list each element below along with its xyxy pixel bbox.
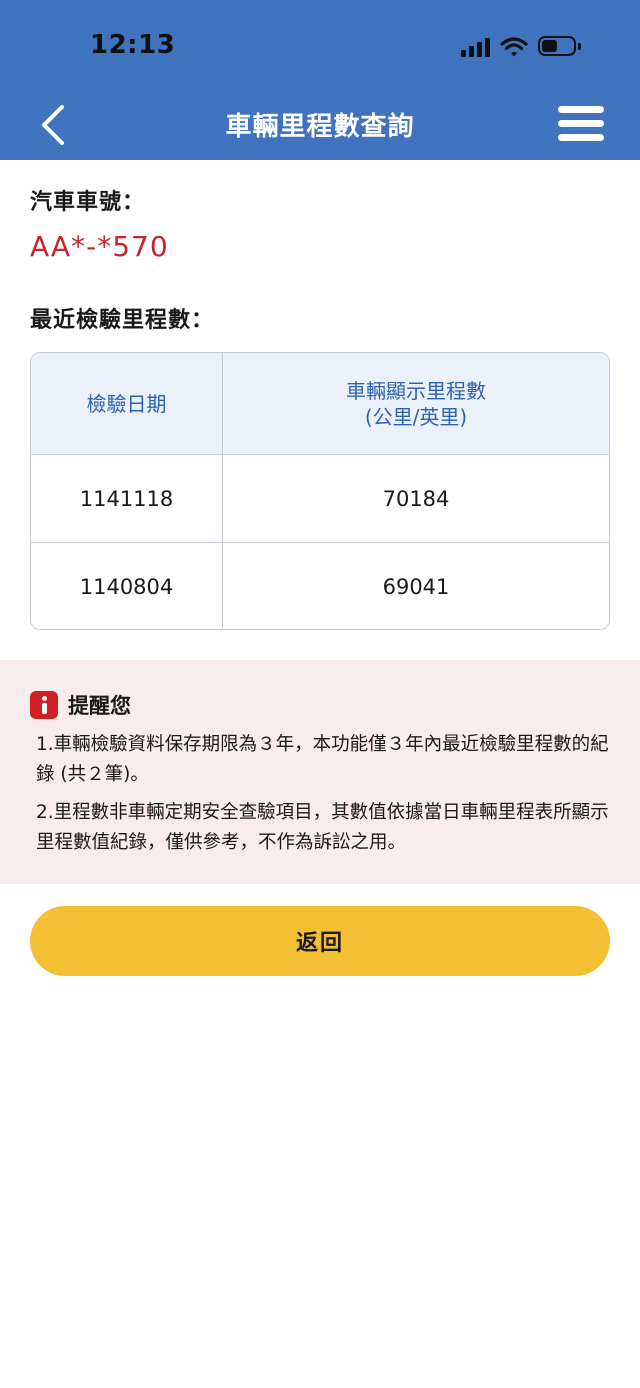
- inspection-date-cell: 1141118: [31, 455, 223, 542]
- cellular-signal-icon: [461, 37, 490, 57]
- mileage-table: 檢驗日期 車輛顯示里程數 (公里/英里) 1141118 70184 11408…: [30, 352, 610, 630]
- mileage-cell: 69041: [382, 575, 450, 599]
- table-row: 1141118 70184: [31, 455, 609, 543]
- return-button[interactable]: 返回: [30, 906, 610, 976]
- table-header-row: 檢驗日期 車輛顯示里程數 (公里/英里): [31, 353, 609, 455]
- mileage-cell: 70184: [382, 486, 450, 511]
- reminder-header: 提醒您: [30, 690, 131, 720]
- table-row: 1140804 69041: [31, 543, 609, 629]
- hamburger-menu-icon[interactable]: [558, 106, 604, 144]
- info-icon: [30, 691, 58, 719]
- column-header-mileage-title: 車輛顯示里程數: [346, 378, 486, 403]
- reminder-item-2: 2.里程數非車輛定期安全查驗項目，其數值依據當日車輛里程表所顯示里程數值紀錄，僅…: [36, 802, 609, 853]
- reminder-title: 提醒您: [68, 694, 131, 718]
- inspection-section-label: 最近檢驗里程數：: [30, 308, 215, 333]
- inspection-date-cell: 1140804: [31, 543, 223, 629]
- status-icons: [461, 32, 582, 62]
- reminder-panel: 提醒您 1.車輛檢驗資料保存期限為３年，本功能僅３年內最近檢驗里程數的紀錄 (共…: [0, 660, 640, 884]
- app-header: 12:13 車輛里程數查詢: [0, 0, 640, 160]
- column-header-date: 檢驗日期: [31, 353, 223, 454]
- plate-label: 汽車車號：: [30, 190, 146, 215]
- wifi-icon: [500, 37, 528, 57]
- column-header-mileage: 車輛顯示里程數 (公里/英里): [223, 353, 609, 454]
- column-header-mileage-unit: (公里/英里): [364, 404, 468, 429]
- status-time: 12:13: [90, 30, 176, 60]
- reminder-item-1: 1.車輛檢驗資料保存期限為３年，本功能僅３年內最近檢驗里程數的紀錄 (共２筆)。: [36, 734, 609, 785]
- page-title: 車輛里程數查詢: [225, 112, 415, 142]
- battery-icon: [538, 36, 582, 58]
- plate-number: AA*-*570: [30, 230, 169, 263]
